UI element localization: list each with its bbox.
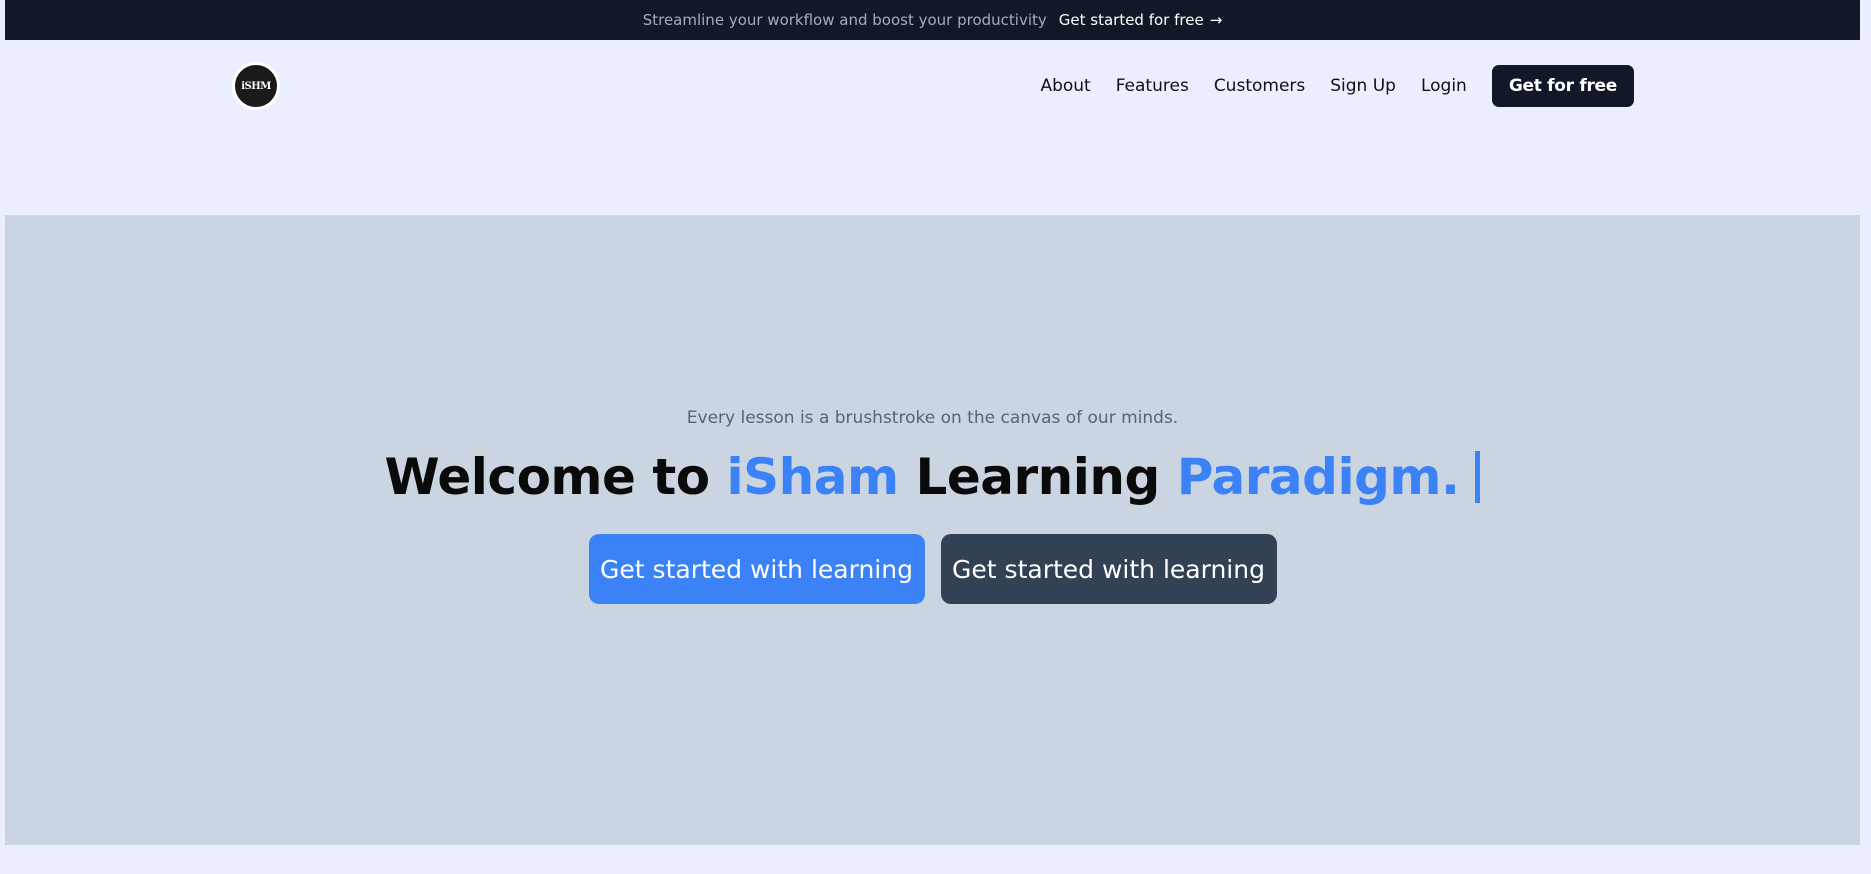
get-started-primary-button[interactable]: Get started with learning	[588, 534, 925, 604]
nav-link-about[interactable]: About	[1040, 76, 1090, 96]
hero-tagline: Every lesson is a brushstroke on the can…	[686, 408, 1179, 428]
announcement-bar: Streamline your workflow and boost your …	[5, 0, 1860, 40]
announcement-cta-link[interactable]: Get started for free →	[1059, 11, 1223, 29]
brand-logo[interactable]: iSHM	[232, 62, 280, 110]
headline-part-2: Learning	[898, 448, 1177, 506]
nav-link-login[interactable]: Login	[1421, 76, 1467, 96]
top-navbar: iSHM About Features Customers Sign Up Lo…	[0, 40, 1871, 172]
get-for-free-button[interactable]: Get for free	[1491, 65, 1634, 107]
hero-headline: Welcome to iSham Learning Paradigm.	[385, 448, 1481, 506]
headline-accent-paradigm: Paradigm.	[1176, 448, 1460, 506]
nav-link-sign-up[interactable]: Sign Up	[1330, 76, 1396, 96]
typing-cursor	[1475, 451, 1481, 503]
announcement-cta-label: Get started for free	[1058, 11, 1204, 29]
logo-text: iSHM	[241, 80, 271, 92]
arrow-right-icon: →	[1209, 11, 1223, 29]
nav-links: About Features Customers Sign Up Login G…	[1040, 65, 1634, 107]
hero-section: Every lesson is a brushstroke on the can…	[5, 215, 1860, 845]
nav-link-customers[interactable]: Customers	[1214, 76, 1305, 96]
headline-part-1: Welcome to	[384, 448, 727, 506]
announcement-message: Streamline your workflow and boost your …	[642, 11, 1047, 29]
nav-link-features[interactable]: Features	[1116, 76, 1189, 96]
hero-buttons: Get started with learning Get started wi…	[588, 534, 1277, 604]
get-started-secondary-button[interactable]: Get started with learning	[940, 534, 1277, 604]
headline-accent-isham: iSham	[726, 448, 900, 506]
